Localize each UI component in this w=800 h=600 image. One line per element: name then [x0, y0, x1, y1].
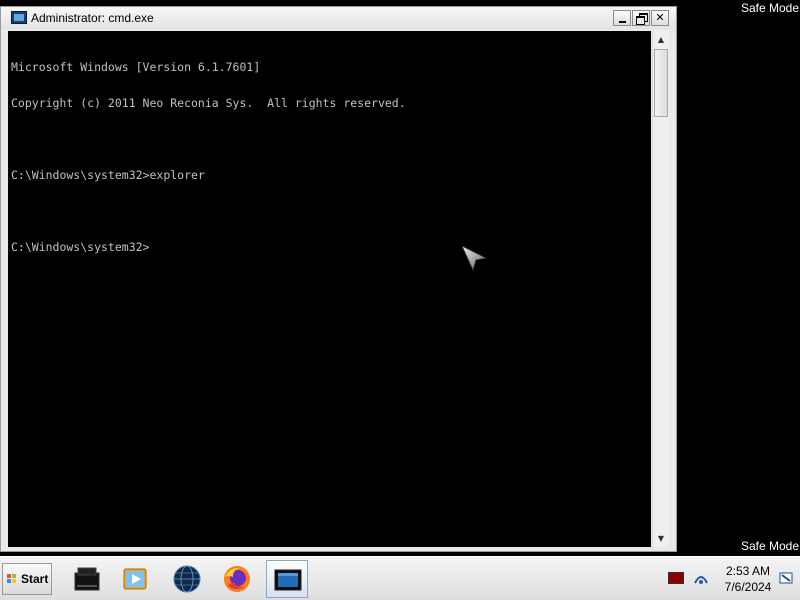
window-title: Administrator: cmd.exe — [31, 11, 154, 25]
tray-flag-icon[interactable] — [668, 572, 684, 584]
taskbar-app-3[interactable] — [166, 560, 208, 598]
scroll-down-icon[interactable]: ▼ — [653, 530, 669, 547]
cmd-window-icon — [274, 569, 302, 591]
vertical-scrollbar[interactable]: ▲ ▼ — [652, 31, 669, 547]
scroll-up-icon[interactable]: ▲ — [653, 31, 669, 48]
minimize-button[interactable] — [613, 10, 631, 26]
system-clock[interactable]: 2:53 AM 7/6/2024 — [716, 563, 780, 595]
firefox-icon — [224, 566, 250, 592]
taskbar: Start 2:53 AM 7/6/2024 — [0, 556, 800, 600]
globe-browser-icon — [173, 565, 201, 593]
taskbar-app-1[interactable] — [66, 560, 108, 598]
start-button[interactable]: Start — [2, 563, 52, 595]
cmd-window[interactable]: Administrator: cmd.exe ✕ Microsoft Windo… — [0, 6, 677, 552]
restore-button[interactable] — [632, 10, 650, 26]
show-desktop-icon[interactable] — [778, 570, 794, 586]
console-output[interactable]: Microsoft Windows [Version 6.1.7601] Cop… — [8, 31, 651, 547]
console-line: C:\Windows\system32>explorer — [11, 168, 205, 182]
media-player-icon — [123, 568, 147, 590]
taskbar-app-4[interactable] — [216, 560, 258, 598]
console-prompt[interactable]: C:\Windows\system32> — [11, 241, 651, 253]
clock-date: 7/6/2024 — [724, 580, 772, 594]
tray-app-icon — [74, 567, 100, 591]
scroll-thumb[interactable] — [654, 49, 668, 117]
console-line: Copyright (c) 2011 Neo Reconia Sys. All … — [11, 96, 406, 110]
console-line: Microsoft Windows [Version 6.1.7601] — [11, 60, 261, 74]
mouse-pointer-icon — [461, 245, 488, 272]
title-bar[interactable]: Administrator: cmd.exe ✕ — [1, 7, 676, 29]
close-button[interactable]: ✕ — [651, 10, 669, 26]
taskbar-app-cmd[interactable] — [266, 560, 308, 598]
clock-time: 2:53 AM — [725, 564, 771, 578]
taskbar-app-2[interactable] — [114, 560, 156, 598]
safe-mode-label-top: Safe Mode — [740, 1, 799, 15]
windows-flag-icon — [7, 574, 17, 585]
start-label: Start — [21, 572, 49, 586]
safe-mode-label-bottom: Safe Mode — [740, 539, 799, 553]
network-icon[interactable] — [692, 569, 710, 587]
cmd-window-icon[interactable] — [11, 11, 27, 24]
